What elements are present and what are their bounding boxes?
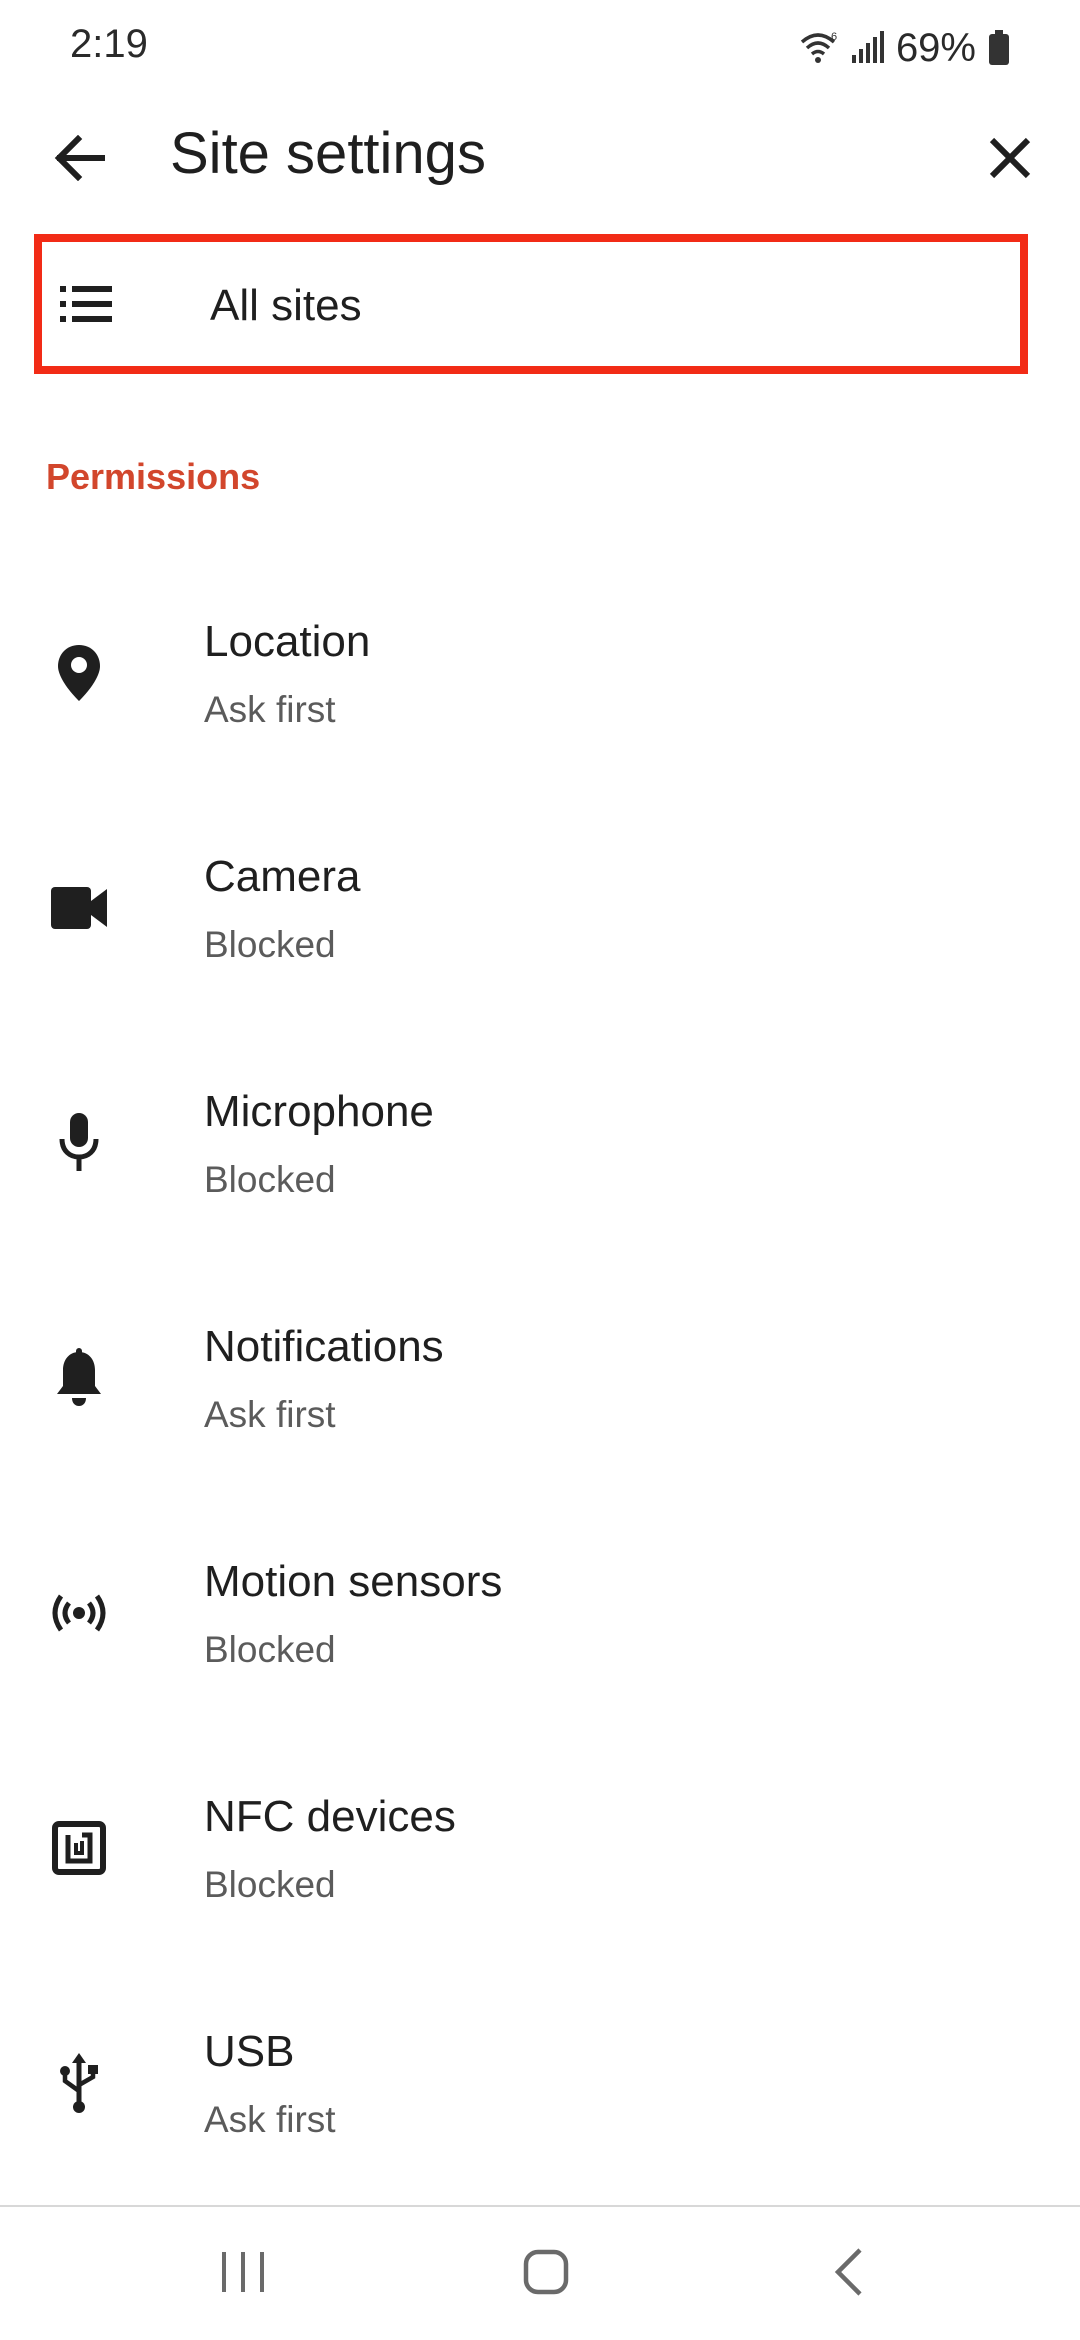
permission-title: Camera: [204, 852, 361, 901]
bell-icon: [44, 1343, 114, 1413]
battery-percentage: 69%: [895, 25, 976, 70]
permission-status: Blocked: [204, 924, 336, 965]
permission-title: Motion sensors: [204, 1557, 503, 1606]
permission-title: NFC devices: [204, 1792, 456, 1841]
svg-text:6: 6: [831, 31, 837, 43]
all-sites-item[interactable]: All sites: [34, 234, 1028, 374]
status-bar: 2:19 6 69%: [0, 0, 1080, 100]
screen: 2:19 6 69% Site settings All sites Permi…: [0, 0, 1080, 2340]
all-sites-label: All sites: [210, 281, 362, 330]
close-button[interactable]: [970, 118, 1050, 198]
status-time: 2:19: [70, 22, 148, 66]
permission-item-camera[interactable]: Camera Blocked: [0, 825, 1080, 1060]
camera-icon: [44, 873, 114, 943]
permission-item-microphone[interactable]: Microphone Blocked: [0, 1060, 1080, 1295]
nav-back-icon: [834, 2248, 862, 2296]
signal-icon: [851, 31, 884, 63]
wifi-icon: 6: [800, 31, 837, 63]
permission-status: Ask first: [204, 2099, 336, 2140]
permission-title: Notifications: [204, 1322, 444, 1371]
recents-button[interactable]: [193, 2227, 293, 2317]
permission-item-usb[interactable]: USB Ask first: [0, 2000, 1080, 2235]
permission-item-motion-sensors[interactable]: Motion sensors Blocked: [0, 1530, 1080, 1765]
status-icons: 6 69%: [798, 20, 1010, 76]
close-icon: [989, 137, 1031, 179]
system-nav-bar: [0, 2207, 1080, 2340]
permission-item-location[interactable]: Location Ask first: [0, 590, 1080, 825]
permissions-list: Location Ask first Camera Blocked Microp…: [0, 590, 1080, 2235]
permission-status: Blocked: [204, 1864, 336, 1905]
usb-icon: [44, 2048, 114, 2118]
permission-status: Blocked: [204, 1159, 336, 1200]
list-icon: [60, 286, 112, 322]
permissions-header: Permissions: [46, 456, 261, 497]
permission-status: Ask first: [204, 1394, 336, 1435]
home-button[interactable]: [496, 2227, 596, 2317]
permission-title: Microphone: [204, 1087, 434, 1136]
permission-item-nfc-devices[interactable]: NFC devices Blocked: [0, 1765, 1080, 2000]
permission-item-notifications[interactable]: Notifications Ask first: [0, 1295, 1080, 1530]
app-bar: Site settings: [0, 100, 1080, 210]
permission-status: Blocked: [204, 1629, 336, 1670]
nav-back-button[interactable]: [800, 2227, 900, 2317]
page-title: Site settings: [170, 121, 486, 186]
microphone-icon: [44, 1108, 114, 1178]
nfc-icon: [44, 1813, 114, 1883]
arrow-back-icon: [54, 135, 105, 181]
permission-title: USB: [204, 2027, 295, 2076]
permission-title: Location: [204, 617, 371, 666]
battery-icon: [989, 30, 1009, 65]
back-button[interactable]: [40, 118, 120, 198]
location-pin-icon: [44, 638, 114, 708]
permission-status: Ask first: [204, 689, 336, 730]
recents-icon: [222, 2252, 264, 2292]
home-icon: [523, 2249, 569, 2295]
motion-sensors-icon: [44, 1578, 114, 1648]
